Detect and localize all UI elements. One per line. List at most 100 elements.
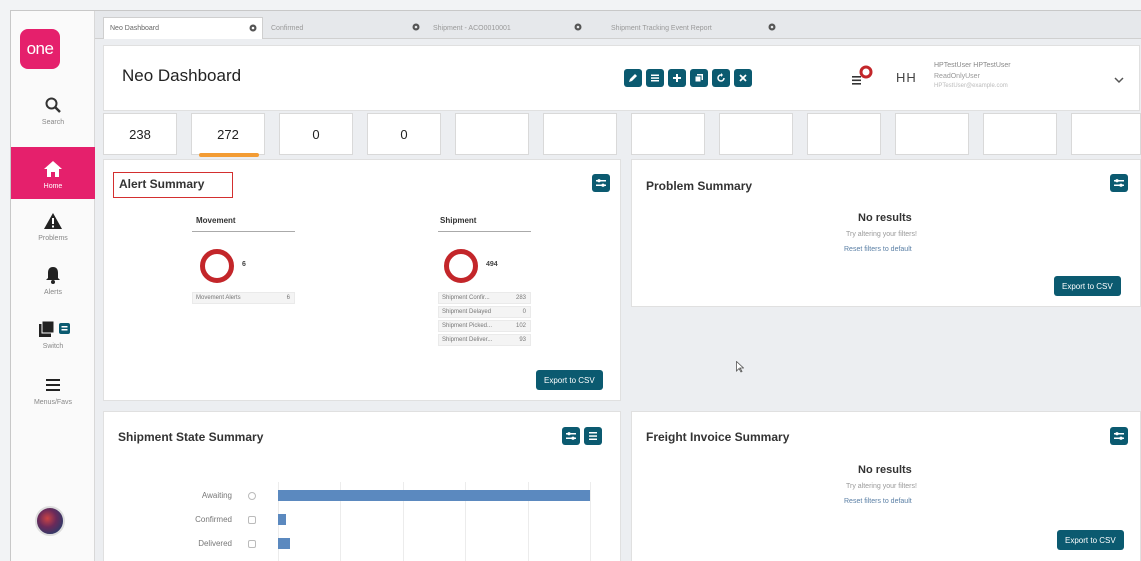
shipment-heading: Shipment xyxy=(440,216,477,225)
kpi-selected-indicator xyxy=(199,153,259,157)
legend-label: Shipment Deliver... xyxy=(442,337,493,343)
bar-tree-node-icon xyxy=(248,492,256,500)
legend-row[interactable]: Movement Alerts 6 xyxy=(192,292,295,304)
no-results-text: No results xyxy=(858,464,912,476)
tab-shipment-tracking-event-report[interactable]: Shipment Tracking Event Report xyxy=(605,17,781,39)
bar-confirmed[interactable] xyxy=(278,514,286,525)
kpi-tile[interactable] xyxy=(1071,113,1141,155)
legend-value: 283 xyxy=(515,295,526,301)
gear-icon[interactable] xyxy=(767,22,777,32)
tab-label: Confirmed xyxy=(271,24,304,32)
legend-label: Shipment Confir... xyxy=(442,295,490,301)
kpi-tile[interactable] xyxy=(719,113,793,155)
kpi-tile[interactable]: 238 xyxy=(103,113,177,155)
page-title: Neo Dashboard xyxy=(122,66,242,85)
sidebar-item-alerts[interactable]: Alerts xyxy=(11,263,95,305)
sidebar-item-home[interactable]: Home xyxy=(11,147,95,199)
legend-row[interactable]: Shipment Deliver... 93 xyxy=(438,334,531,346)
bar-awaiting[interactable] xyxy=(278,490,590,501)
sidebar-item-switch[interactable]: Switch xyxy=(11,317,95,359)
add-button[interactable] xyxy=(668,69,686,87)
copy-icon xyxy=(694,74,703,83)
no-results-text: No results xyxy=(858,212,912,224)
copy-button[interactable] xyxy=(690,69,708,87)
legend-label: Shipment Picked... xyxy=(442,323,493,329)
sidebar-item-problems[interactable]: Problems xyxy=(11,209,95,251)
hint-text: Try altering your filters! xyxy=(846,483,917,490)
tab-neo-dashboard[interactable]: Neo Dashboard xyxy=(103,17,263,39)
sidebar-item-search[interactable]: Search xyxy=(11,93,95,135)
search-icon xyxy=(44,93,62,117)
bar-delivered[interactable] xyxy=(278,538,291,549)
kpi-tile[interactable]: 0 xyxy=(279,113,353,155)
close-button[interactable] xyxy=(734,69,752,87)
problem-summary-panel: Problem Summary No results Try altering … xyxy=(631,159,1141,307)
user-globe-avatar[interactable] xyxy=(35,506,65,536)
grid-line xyxy=(590,482,591,561)
kpi-tile[interactable] xyxy=(631,113,705,155)
user-role: ReadOnlyUser xyxy=(934,73,980,80)
legend-row[interactable]: Shipment Picked... 102 xyxy=(438,320,531,332)
notification-icon[interactable] xyxy=(849,64,875,90)
kpi-tile[interactable] xyxy=(543,113,617,155)
legend-row[interactable]: Shipment Delayed 0 xyxy=(438,306,531,318)
app-window: one Search Home Problems Alerts Switch M… xyxy=(10,10,1141,561)
chevron-down-icon[interactable] xyxy=(1114,76,1124,84)
legend-row[interactable]: Shipment Confir... 283 xyxy=(438,292,531,304)
tab-confirmed[interactable]: Confirmed xyxy=(265,17,425,39)
sidebar-item-label: Search xyxy=(41,119,65,126)
user-initials[interactable]: HH xyxy=(896,70,917,85)
bar-category-label: Awaiting xyxy=(201,491,232,500)
close-icon xyxy=(739,74,747,82)
sidebar-item-menus-favs[interactable]: Menus/Favs xyxy=(11,373,95,415)
bar-chart: Awaiting Confirmed Delivered xyxy=(104,412,622,561)
legend-label: Movement Alerts xyxy=(196,295,241,301)
gear-icon[interactable] xyxy=(248,23,258,33)
refresh-button[interactable] xyxy=(712,69,730,87)
export-csv-button[interactable]: Export to CSV xyxy=(1054,276,1121,296)
highlight-box xyxy=(113,172,233,198)
shipment-count: 494 xyxy=(486,261,498,268)
legend-value: 93 xyxy=(519,337,526,343)
kpi-tile[interactable] xyxy=(895,113,969,155)
switch-icon xyxy=(33,317,73,341)
freight-invoice-summary-panel: Freight Invoice Summary No results Try a… xyxy=(631,411,1141,561)
sliders-icon xyxy=(1114,179,1124,187)
sliders-icon xyxy=(1114,432,1124,440)
tab-label: Shipment - ACO0010001 xyxy=(433,24,511,32)
movement-count: 6 xyxy=(242,261,246,268)
reset-filters-link[interactable]: Reset filters to default xyxy=(844,498,912,505)
legend-value: 102 xyxy=(515,323,526,329)
export-csv-button[interactable]: Export to CSV xyxy=(536,370,603,390)
divider xyxy=(192,231,295,232)
settings-button[interactable] xyxy=(592,174,610,192)
app-logo[interactable]: one xyxy=(20,29,60,69)
reset-filters-link[interactable]: Reset filters to default xyxy=(844,246,912,253)
kpi-tile-selected[interactable]: 272 xyxy=(191,113,265,157)
panel-title: Freight Invoice Summary xyxy=(646,430,790,444)
movement-donut[interactable] xyxy=(200,249,234,283)
sidebar-item-label: Problems xyxy=(38,235,68,242)
settings-button[interactable] xyxy=(1110,174,1128,192)
kpi-tile[interactable] xyxy=(807,113,881,155)
tab-shipment[interactable]: Shipment - ACO0010001 xyxy=(427,17,587,39)
bar-tree-node-icon xyxy=(248,516,256,524)
kpi-value: 272 xyxy=(217,126,239,142)
refresh-icon xyxy=(717,73,725,82)
kpi-tile[interactable] xyxy=(983,113,1057,155)
settings-button[interactable] xyxy=(1110,427,1128,445)
export-csv-button[interactable]: Export to CSV xyxy=(1057,530,1124,550)
edit-button[interactable] xyxy=(624,69,642,87)
sidebar-item-label: Alerts xyxy=(44,289,62,296)
kpi-tile[interactable] xyxy=(455,113,529,155)
gear-icon[interactable] xyxy=(573,22,583,32)
gear-icon[interactable] xyxy=(411,22,421,32)
legend-value: 6 xyxy=(286,295,290,301)
shipment-donut[interactable] xyxy=(444,249,478,283)
user-email: HPTestUser@example.com xyxy=(934,83,1008,89)
movement-heading: Movement xyxy=(196,216,236,225)
kpi-tile[interactable]: 0 xyxy=(367,113,441,155)
hint-text: Try altering your filters! xyxy=(846,231,917,238)
panel-title: Problem Summary xyxy=(646,179,753,193)
list-button[interactable] xyxy=(646,69,664,87)
